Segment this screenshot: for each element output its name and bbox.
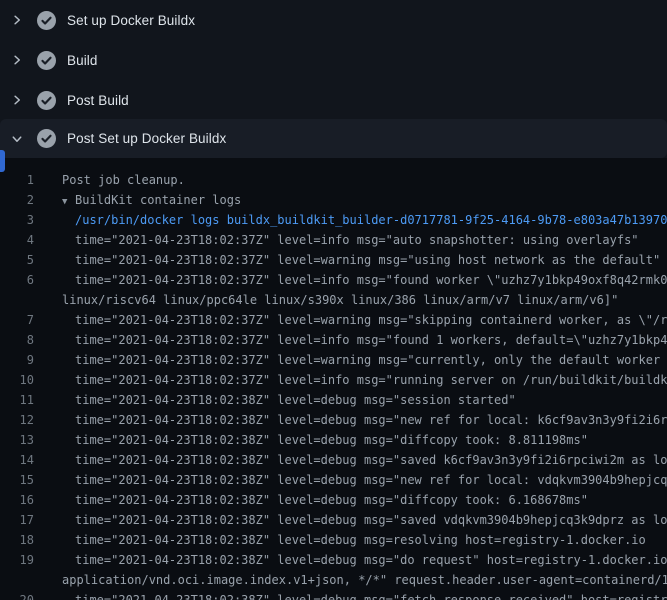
- log-line-text: time="2021-04-23T18:02:38Z" level=debug …: [34, 390, 516, 410]
- log-line-text: time="2021-04-23T18:02:37Z" level=info m…: [34, 330, 667, 350]
- log-row: 6 time="2021-04-23T18:02:37Z" level=info…: [0, 270, 667, 290]
- log-row: 18 time="2021-04-23T18:02:38Z" level=deb…: [0, 530, 667, 550]
- log-pane[interactable]: 1 Post job cleanup. 2 ▼BuildKit containe…: [0, 158, 667, 600]
- log-line-number[interactable]: 13: [0, 430, 34, 450]
- log-line-number[interactable]: 8: [0, 330, 34, 350]
- chevron-right-icon: [10, 13, 24, 27]
- log-row: 10 time="2021-04-23T18:02:37Z" level=inf…: [0, 370, 667, 390]
- log-line-text: time="2021-04-23T18:02:38Z" level=debug …: [34, 410, 667, 430]
- log-line-text: time="2021-04-23T18:02:37Z" level=warnin…: [34, 310, 667, 330]
- log-row: 5 time="2021-04-23T18:02:37Z" level=warn…: [0, 250, 667, 270]
- log-row: 14 time="2021-04-23T18:02:38Z" level=deb…: [0, 450, 667, 470]
- step-row-build[interactable]: Build: [0, 40, 667, 80]
- log-line-number[interactable]: 11: [0, 390, 34, 410]
- log-line-number[interactable]: 10: [0, 370, 34, 390]
- log-line-text: time="2021-04-23T18:02:38Z" level=debug …: [34, 550, 667, 570]
- log-line-text: /usr/bin/docker logs buildx_buildkit_bui…: [34, 210, 667, 230]
- log-row: 4 time="2021-04-23T18:02:37Z" level=info…: [0, 230, 667, 250]
- chevron-right-icon: [10, 53, 24, 67]
- log-line-number[interactable]: [0, 290, 34, 310]
- log-line-number[interactable]: 20: [0, 590, 34, 600]
- log-line-number[interactable]: 16: [0, 490, 34, 510]
- log-row: 9 time="2021-04-23T18:02:37Z" level=warn…: [0, 350, 667, 370]
- log-line-number[interactable]: 6: [0, 270, 34, 290]
- collapsed-steps-container: Set up Docker Buildx Build Post Build: [0, 0, 667, 120]
- log-line-text: linux/riscv64 linux/ppc64le linux/s390x …: [34, 290, 618, 310]
- log-row: 16 time="2021-04-23T18:02:38Z" level=deb…: [0, 490, 667, 510]
- log-line-number[interactable]: 3: [0, 210, 34, 230]
- check-circle-icon: [37, 51, 56, 70]
- log-line-text: time="2021-04-23T18:02:37Z" level=warnin…: [34, 250, 660, 270]
- steps-list: Set up Docker Buildx Build Post Build Po…: [0, 0, 667, 158]
- log-row: 3 /usr/bin/docker logs buildx_buildkit_b…: [0, 210, 667, 230]
- log-line-text: time="2021-04-23T18:02:37Z" level=warnin…: [34, 350, 667, 370]
- actions-log-viewer: { "colors": { "bg_top": "#11151c", "bg_e…: [0, 0, 667, 600]
- log-line-number[interactable]: 12: [0, 410, 34, 430]
- log-line-text: application/vnd.oci.image.index.v1+json,…: [34, 570, 667, 590]
- check-circle-icon: [37, 129, 56, 148]
- log-line-number[interactable]: 1: [0, 170, 34, 190]
- log-group-label[interactable]: BuildKit container logs: [75, 193, 241, 207]
- check-circle-icon: [37, 91, 56, 110]
- step-row-set-up-docker-buildx[interactable]: Set up Docker Buildx: [0, 0, 667, 40]
- log-row: 13 time="2021-04-23T18:02:38Z" level=deb…: [0, 430, 667, 450]
- log-line-text: time="2021-04-23T18:02:37Z" level=info m…: [34, 270, 667, 290]
- log-row: 1 Post job cleanup.: [0, 170, 667, 190]
- scrollbar-thumb[interactable]: [0, 150, 5, 172]
- log-row: 7 time="2021-04-23T18:02:37Z" level=warn…: [0, 310, 667, 330]
- log-line-text: time="2021-04-23T18:02:38Z" level=debug …: [34, 530, 646, 550]
- chevron-right-icon: [10, 93, 24, 107]
- log-row: 11 time="2021-04-23T18:02:38Z" level=deb…: [0, 390, 667, 410]
- step-title: Post Build: [67, 93, 129, 108]
- log-line-number[interactable]: 9: [0, 350, 34, 370]
- log-row: 20 time="2021-04-23T18:02:38Z" level=deb…: [0, 590, 667, 600]
- log-row: 2 ▼BuildKit container logs: [0, 190, 667, 210]
- log-line-text: Post job cleanup.: [34, 170, 185, 190]
- step-row-post-build[interactable]: Post Build: [0, 80, 667, 120]
- log-group-collapse-icon[interactable]: ▼: [62, 192, 75, 210]
- log-line-text: time="2021-04-23T18:02:38Z" level=debug …: [34, 590, 667, 600]
- log-line-number[interactable]: 4: [0, 230, 34, 250]
- log-line-text: time="2021-04-23T18:02:38Z" level=debug …: [34, 490, 588, 510]
- log-line-number[interactable]: 5: [0, 250, 34, 270]
- step-title: Set up Docker Buildx: [67, 13, 195, 28]
- log-line-text: time="2021-04-23T18:02:38Z" level=debug …: [34, 430, 588, 450]
- log-line-number[interactable]: 14: [0, 450, 34, 470]
- log-line-number[interactable]: 15: [0, 470, 34, 490]
- log-line-number[interactable]: 17: [0, 510, 34, 530]
- step-title: Post Set up Docker Buildx: [67, 131, 226, 146]
- log-line-text: time="2021-04-23T18:02:38Z" level=debug …: [34, 470, 667, 490]
- log-row: 17 time="2021-04-23T18:02:38Z" level=deb…: [0, 510, 667, 530]
- log-line-number[interactable]: 7: [0, 310, 34, 330]
- log-line-text: ▼BuildKit container logs: [34, 190, 241, 210]
- log-line-number[interactable]: 2: [0, 190, 34, 210]
- log-row: application/vnd.oci.image.index.v1+json,…: [0, 570, 667, 590]
- log-line-number[interactable]: 18: [0, 530, 34, 550]
- log-row: 8 time="2021-04-23T18:02:37Z" level=info…: [0, 330, 667, 350]
- log-line-text: time="2021-04-23T18:02:38Z" level=debug …: [34, 510, 667, 530]
- chevron-down-icon: [10, 132, 24, 146]
- log-row: linux/riscv64 linux/ppc64le linux/s390x …: [0, 290, 667, 310]
- log-line-text: time="2021-04-23T18:02:38Z" level=debug …: [34, 450, 667, 470]
- log-row: 19 time="2021-04-23T18:02:38Z" level=deb…: [0, 550, 667, 570]
- step-row-post-set-up-docker-buildx[interactable]: Post Set up Docker Buildx: [0, 119, 667, 158]
- log-row: 15 time="2021-04-23T18:02:38Z" level=deb…: [0, 470, 667, 490]
- log-line-number[interactable]: [0, 570, 34, 590]
- step-title: Build: [67, 53, 98, 68]
- check-circle-icon: [37, 11, 56, 30]
- log-line-text: time="2021-04-23T18:02:37Z" level=info m…: [34, 370, 667, 390]
- log-line-number[interactable]: 19: [0, 550, 34, 570]
- log-row: 12 time="2021-04-23T18:02:38Z" level=deb…: [0, 410, 667, 430]
- log-line-text: time="2021-04-23T18:02:37Z" level=info m…: [34, 230, 639, 250]
